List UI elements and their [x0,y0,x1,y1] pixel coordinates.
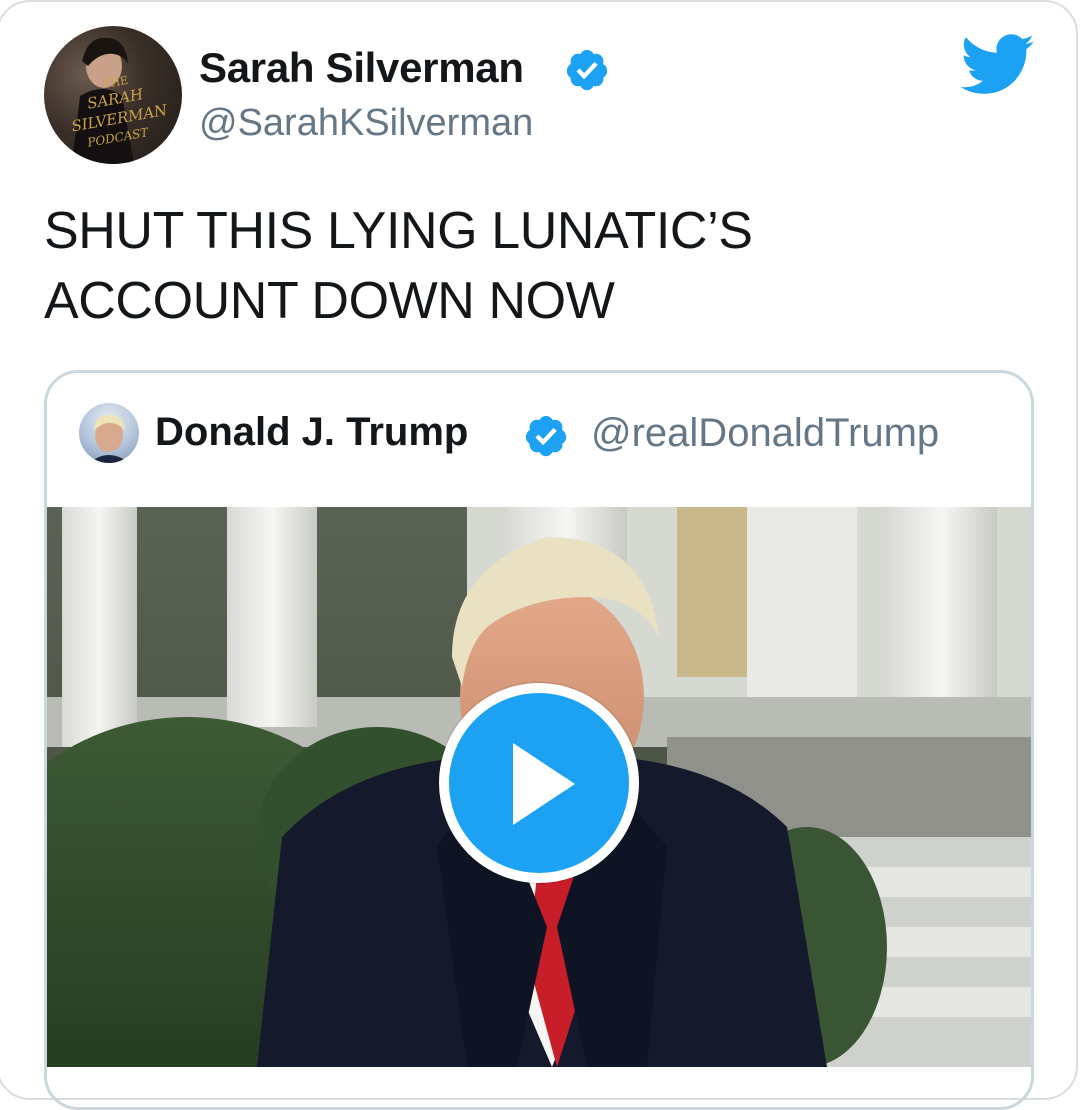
verified-badge-icon [566,49,608,91]
video-thumbnail[interactable] [47,507,1031,1067]
verified-badge-icon [525,415,567,457]
tweet-text-line: SHUT THIS LYING LUNATIC’S [44,202,753,260]
author-name[interactable]: Sarah Silverman [199,44,524,92]
twitter-bird-icon[interactable] [960,34,1036,96]
avatar-photo: THE SARAH SILVERMAN PODCAST [70,37,169,164]
tweet-text-line: ACCOUNT DOWN NOW [44,272,615,330]
quoted-avatar-photo [89,415,129,463]
author-handle[interactable]: @SarahKSilverman [199,102,533,145]
play-button[interactable] [439,683,639,883]
quoted-tweet[interactable]: Donald J. Trump @realDonaldTrump [44,370,1034,1110]
quoted-author-handle[interactable]: @realDonaldTrump [591,411,939,456]
quoted-author-avatar[interactable] [79,403,139,463]
quoted-author-name[interactable]: Donald J. Trump [155,410,468,455]
play-icon [513,743,575,825]
author-avatar[interactable]: THE SARAH SILVERMAN PODCAST [44,26,182,164]
tweet-text: SHUT THIS LYING LUNATIC’S ACCOUNT DOWN N… [44,196,1024,336]
